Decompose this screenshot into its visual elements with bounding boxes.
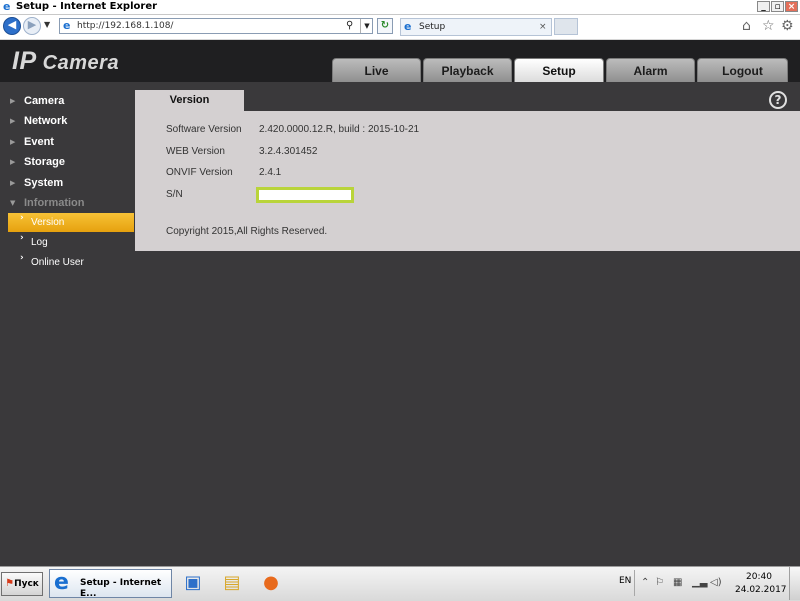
url-text[interactable]: http://192.168.1.108/ <box>77 21 173 31</box>
address-bar[interactable]: e http://192.168.1.108/ ⚲ ▼ <box>59 18 373 34</box>
serial-number-field <box>256 187 354 203</box>
sidebar-item-information[interactable]: ▼ Information <box>0 193 134 213</box>
tab-ie-icon: e <box>404 20 412 33</box>
help-icon[interactable]: ? <box>769 91 787 109</box>
collapse-arrow-icon: ▼ <box>10 199 16 207</box>
sidebar-subitem-label: Log <box>31 237 48 248</box>
sidebar-item-event[interactable]: ▶ Event <box>0 132 134 152</box>
start-button[interactable]: ⚑Пуск <box>1 572 43 596</box>
sidebar-item-label: Camera <box>24 95 65 107</box>
serial-number-label: S/N <box>166 189 183 200</box>
minimize-button[interactable]: _ <box>757 1 770 12</box>
window-titlebar: e Setup - Internet Explorer _ ▫ × <box>0 0 800 15</box>
clock-date[interactable]: 24.02.2017 <box>735 585 787 595</box>
window-title: Setup - Internet Explorer <box>16 1 158 12</box>
compatibility-view-button[interactable]: ↻ <box>377 18 393 34</box>
search-icon[interactable]: ⚲ <box>346 19 353 33</box>
sidebar-item-label: Event <box>24 136 54 148</box>
app-logo: IP Camera <box>12 46 119 78</box>
expand-arrow-icon: ▶ <box>10 158 16 166</box>
browser-tab-setup[interactable]: e Setup × <box>400 18 552 36</box>
sidebar-item-storage[interactable]: ▶ Storage <box>0 152 134 172</box>
media-player-icon[interactable]: ▣ <box>181 571 205 595</box>
favorites-star-icon[interactable]: ☆ <box>762 18 775 34</box>
chevron-right-icon: › <box>20 253 24 263</box>
sidebar-item-camera[interactable]: ▶ Camera <box>0 91 134 111</box>
ie-taskbar-icon: e <box>54 570 69 595</box>
back-arrow-icon: ◀ <box>7 18 17 31</box>
windows-flag-icon: ⚑ <box>5 578 15 589</box>
language-indicator[interactable]: EN <box>619 576 631 586</box>
expand-arrow-icon: ▶ <box>10 138 16 146</box>
browser-tab-label: Setup <box>419 22 446 32</box>
signal-icon[interactable]: ▁▃ <box>692 577 707 589</box>
tab-playback[interactable]: Playback <box>423 58 512 82</box>
back-button[interactable]: ◀ <box>3 17 21 35</box>
address-dropdown-icon[interactable]: ▼ <box>360 19 373 33</box>
page-ie-icon: e <box>63 19 71 32</box>
expand-arrow-icon: ▶ <box>10 117 16 125</box>
maximize-button[interactable]: ▫ <box>771 1 784 12</box>
logo-camera: Camera <box>36 52 120 74</box>
web-version-value: 3.2.4.301452 <box>259 146 318 157</box>
onvif-version-value: 2.4.1 <box>259 167 282 178</box>
sidebar-subitem-online-user[interactable]: › Online User <box>8 253 134 272</box>
tab-close-icon[interactable]: × <box>539 21 547 33</box>
chevron-right-icon: › <box>20 233 24 243</box>
sidebar-subitem-version[interactable]: › Version <box>8 213 134 232</box>
sidebar-item-network[interactable]: ▶ Network <box>0 111 134 131</box>
new-tab-button[interactable] <box>554 18 578 35</box>
tab-setup[interactable]: Setup <box>514 58 604 82</box>
sidebar-item-system[interactable]: ▶ System <box>0 173 134 193</box>
start-label: Пуск <box>14 579 39 589</box>
tab-logout[interactable]: Logout <box>697 58 788 82</box>
expand-arrow-icon: ▶ <box>10 97 16 105</box>
sidebar-subitem-label: Version <box>31 217 65 228</box>
web-version-label: WEB Version <box>166 146 225 157</box>
volume-icon[interactable]: ◁) <box>710 577 722 589</box>
tab-live[interactable]: Live <box>332 58 421 82</box>
refresh-icon: ↻ <box>380 20 390 31</box>
forward-button[interactable]: ▶ <box>23 17 41 35</box>
close-window-button[interactable]: × <box>785 1 798 12</box>
sidebar-item-label: System <box>24 177 64 189</box>
sidebar-item-label: Storage <box>24 156 65 168</box>
tools-gear-icon[interactable]: ⚙ <box>781 18 794 34</box>
forward-arrow-icon: ▶ <box>27 18 37 31</box>
taskbar-ie-window[interactable]: e Setup - Internet E... <box>49 569 172 599</box>
network-icon[interactable]: ▦ <box>673 577 682 589</box>
sidebar-subitem-log[interactable]: › Log <box>8 233 134 252</box>
copyright-text: Copyright 2015,All Rights Reserved. <box>166 226 328 237</box>
content-tab-version[interactable]: Version <box>135 90 244 111</box>
home-icon[interactable]: ⌂ <box>742 18 751 34</box>
logo-ip: IP <box>12 47 37 75</box>
clock-time[interactable]: 20:40 <box>746 572 772 582</box>
firefox-icon[interactable]: ● <box>259 571 283 595</box>
action-center-flag-icon[interactable]: ⚐ <box>655 577 664 589</box>
taskbar-ie-label: Setup - Internet E... <box>80 578 162 599</box>
tab-alarm[interactable]: Alarm <box>606 58 695 82</box>
sidebar-item-label: Information <box>24 197 85 209</box>
expand-arrow-icon: ▶ <box>10 179 16 187</box>
sidebar-item-label: Network <box>24 115 68 127</box>
chevron-right-icon: › <box>20 213 24 223</box>
software-version-label: Software Version <box>166 124 242 135</box>
show-hidden-icons-icon[interactable]: ⌃ <box>641 577 649 589</box>
ie-logo-icon: e <box>3 0 11 13</box>
explorer-folder-icon[interactable]: ▤ <box>220 571 244 595</box>
onvif-version-label: ONVIF Version <box>166 167 233 178</box>
history-dropdown-icon[interactable]: ▼ <box>44 20 50 29</box>
sidebar-subitem-label: Online User <box>31 257 84 268</box>
show-desktop-button[interactable] <box>789 567 800 600</box>
address-row: ◀ ▶ ▼ e http://192.168.1.108/ ⚲ ▼ ↻ e Se… <box>0 15 800 40</box>
software-version-value: 2.420.0000.12.R, build : 2015-10-21 <box>259 124 420 135</box>
tray-separator <box>634 570 635 596</box>
